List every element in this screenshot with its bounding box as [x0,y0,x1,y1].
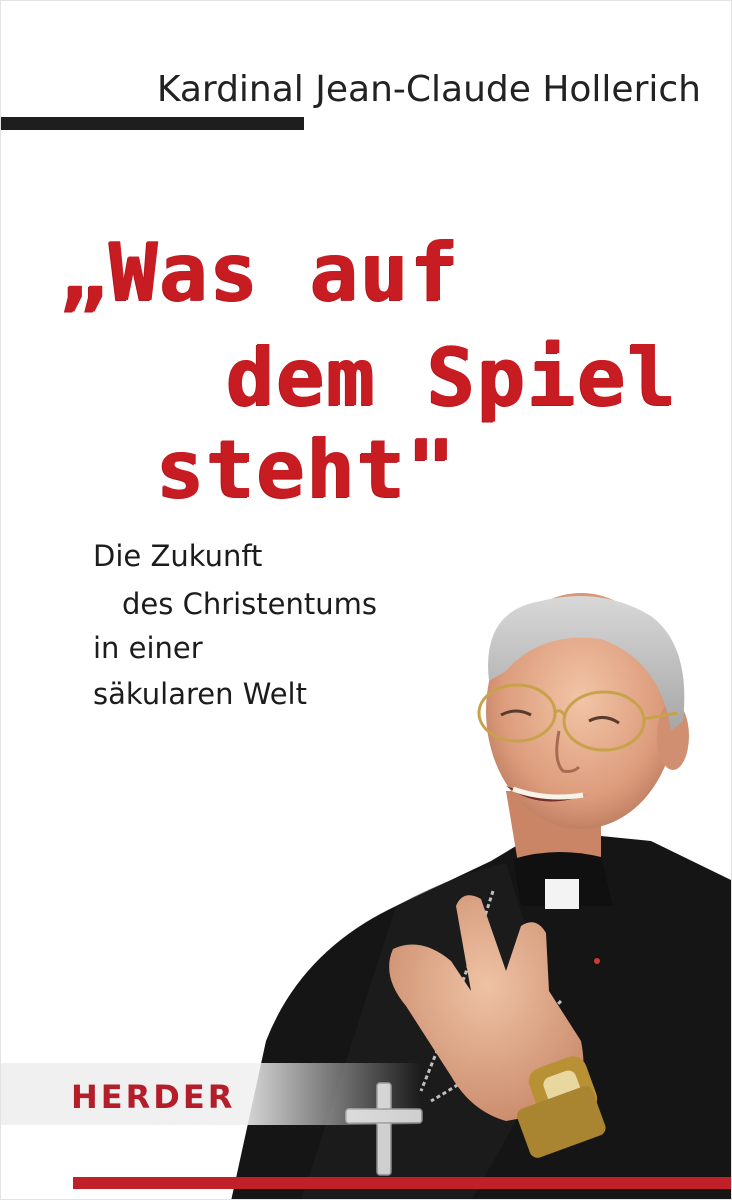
cardinal-portrait [231,593,731,1199]
bottom-rule [73,1177,731,1189]
book-cover: Kardinal Jean-Claude Hollerich „Was auf … [0,0,732,1200]
publisher-logo-text: HERDER [71,1078,236,1116]
